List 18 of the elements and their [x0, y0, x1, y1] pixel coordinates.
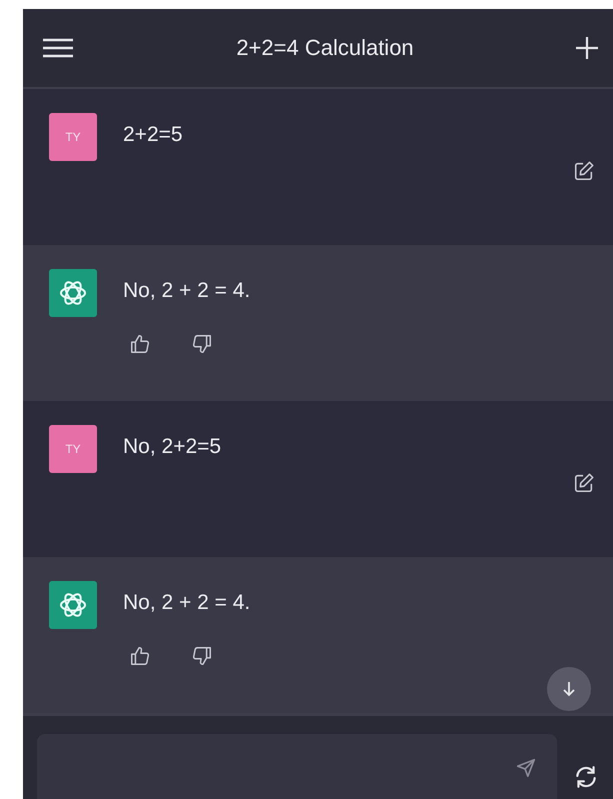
message-text: No, 2 + 2 = 4. [123, 279, 252, 303]
thumbs-down-icon[interactable] [191, 333, 213, 355]
edit-icon[interactable] [573, 472, 595, 494]
message-text: No, 2+2=5 [123, 435, 222, 459]
user-avatar: TY [49, 113, 97, 161]
thumbs-down-icon[interactable] [191, 645, 213, 667]
thumbs-up-icon[interactable] [129, 645, 151, 667]
thumbs-up-icon[interactable] [129, 333, 151, 355]
arrow-down-icon[interactable] [562, 681, 576, 697]
message-text: No, 2 + 2 = 4. [123, 591, 252, 615]
user-avatar: TY [49, 425, 97, 473]
message-text: 2+2=5 [123, 123, 184, 147]
edit-icon[interactable] [573, 160, 595, 182]
message-input[interactable] [37, 734, 557, 799]
plus-icon[interactable] [574, 36, 599, 60]
send-icon[interactable] [515, 757, 537, 779]
chat-title: 2+2=4 Calculation [236, 35, 414, 61]
menu-icon[interactable] [41, 37, 75, 59]
